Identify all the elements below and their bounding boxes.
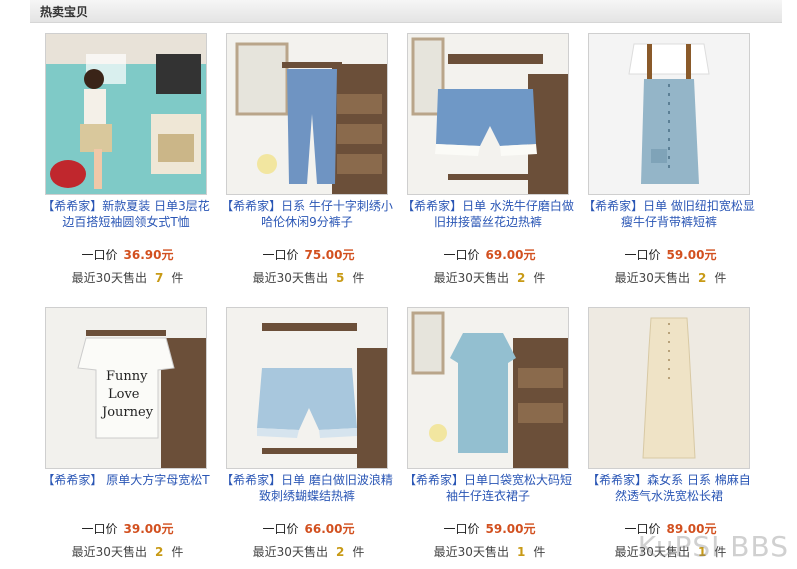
sold-prefix: 最近30天售出 xyxy=(252,271,328,285)
product-card: 【希希家】日单口袋宽松大码短袖牛仔连衣裙子 一口价 59.00元 最近30天售出 1… xyxy=(392,307,573,565)
sold-row: 最近30天售出 1 件 xyxy=(392,544,587,560)
price-row: 一口价 75.00元 xyxy=(211,247,406,263)
sold-row: 最近30天售出 2 件 xyxy=(392,270,587,286)
price-label: 一口价 xyxy=(262,248,299,262)
product-name[interactable]: 【希希家】新款夏装 日单3层花边百搭短袖圆领女式T恤 xyxy=(40,198,212,230)
price-label: 一口价 xyxy=(443,248,480,262)
svg-text:Funny: Funny xyxy=(106,369,148,384)
sold-prefix: 最近30天售出 xyxy=(71,271,147,285)
sold-count: 2 xyxy=(154,545,164,559)
sold-count: 5 xyxy=(335,271,345,285)
sold-prefix: 最近30天售出 xyxy=(252,545,328,559)
product-name[interactable]: 【希希家】日系 牛仔十字刺绣小哈伦休闲9分裤子 xyxy=(221,198,393,230)
price-value: 59.00元 xyxy=(666,248,717,262)
sold-count: 1 xyxy=(516,545,526,559)
sold-suffix: 件 xyxy=(533,545,546,559)
price-label: 一口价 xyxy=(262,522,299,536)
sold-row: 最近30天售出 2 件 xyxy=(30,544,225,560)
price-label: 一口价 xyxy=(81,522,118,536)
sold-count: 2 xyxy=(516,271,526,285)
sold-count: 7 xyxy=(154,271,164,285)
product-image[interactable] xyxy=(226,307,388,469)
price-row: 一口价 39.00元 xyxy=(30,521,225,537)
price-row: 一口价 59.00元 xyxy=(392,521,587,537)
product-card: 【希希家】日系 牛仔十字刺绣小哈伦休闲9分裤子 一口价 75.00元 最近30天售… xyxy=(211,33,393,291)
sold-count: 2 xyxy=(335,545,345,559)
price-row: 一口价 69.00元 xyxy=(392,247,587,263)
product-image[interactable] xyxy=(226,33,388,195)
sold-row: 最近30天售出 2 件 xyxy=(211,544,406,560)
sold-prefix: 最近30天售出 xyxy=(433,545,509,559)
product-card: 【希希家】森女系 日系 棉麻自然透气水洗宽松长裙 一口价 89.00元 最近30天… xyxy=(573,307,754,565)
product-name[interactable]: 【希希家】日单 水洗牛仔磨白做旧拼接蕾丝花边热裤 xyxy=(402,198,574,230)
sold-prefix: 最近30天售出 xyxy=(71,545,147,559)
price-label: 一口价 xyxy=(443,522,480,536)
price-label: 一口价 xyxy=(81,248,118,262)
sold-prefix: 最近30天售出 xyxy=(614,271,690,285)
price-value: 59.00元 xyxy=(485,522,536,536)
product-name[interactable]: 【希希家】森女系 日系 棉麻自然透气水洗宽松长裙 xyxy=(583,472,755,504)
product-name[interactable]: 【希希家】日单 磨白做旧波浪精致刺绣蝴蝶结热裤 xyxy=(221,472,393,504)
sold-suffix: 件 xyxy=(171,545,184,559)
product-image[interactable]: Funny Love Journey xyxy=(45,307,207,469)
sold-suffix: 件 xyxy=(533,271,546,285)
sold-row: 最近30天售出 2 件 xyxy=(573,270,768,286)
product-card: 【希希家】新款夏装 日单3层花边百搭短袖圆领女式T恤 一口价 36.90元 最近3… xyxy=(30,33,211,291)
product-grid: 【希希家】新款夏装 日单3层花边百搭短袖圆领女式T恤 一口价 36.90元 最近3… xyxy=(30,33,782,565)
product-image[interactable] xyxy=(588,33,750,195)
sold-suffix: 件 xyxy=(171,271,184,285)
product-image[interactable] xyxy=(407,307,569,469)
product-card: 【希希家】日单 水洗牛仔磨白做旧拼接蕾丝花边热裤 一口价 69.00元 最近30天… xyxy=(392,33,574,291)
product-card: 【希希家】日单 磨白做旧波浪精致刺绣蝴蝶结热裤 一口价 66.00元 最近30天售… xyxy=(211,307,393,565)
sold-suffix: 件 xyxy=(352,271,365,285)
product-name[interactable]: 【希希家】日单 做旧纽扣宽松显瘦牛仔背带裤短裤 xyxy=(583,198,755,230)
sold-suffix: 件 xyxy=(714,271,727,285)
price-row: 一口价 66.00元 xyxy=(211,521,406,537)
sold-suffix: 件 xyxy=(352,545,365,559)
price-value: 75.00元 xyxy=(304,248,355,262)
watermark: KuPSI BBS xyxy=(637,530,789,563)
svg-text:Love: Love xyxy=(108,387,140,402)
product-image[interactable] xyxy=(45,33,207,195)
price-row: 一口价 59.00元 xyxy=(573,247,768,263)
product-image[interactable] xyxy=(407,33,569,195)
price-value: 69.00元 xyxy=(485,248,536,262)
product-name[interactable]: 【希希家】 原单大方字母宽松T xyxy=(40,472,212,488)
product-name[interactable]: 【希希家】日单口袋宽松大码短袖牛仔连衣裙子 xyxy=(402,472,574,504)
sold-row: 最近30天售出 5 件 xyxy=(211,270,406,286)
sold-prefix: 最近30天售出 xyxy=(433,271,509,285)
price-value: 66.00元 xyxy=(304,522,355,536)
svg-text:Journey: Journey xyxy=(100,405,154,420)
sold-row: 最近30天售出 7 件 xyxy=(30,270,225,286)
price-value: 36.90元 xyxy=(123,248,174,262)
product-card: Funny Love Journey 【希希家】 原单大方字母宽松T 一口价 39… xyxy=(30,307,211,565)
product-card: 【希希家】日单 做旧纽扣宽松显瘦牛仔背带裤短裤 一口价 59.00元 最近30天售… xyxy=(573,33,755,291)
price-value: 39.00元 xyxy=(123,522,174,536)
section-header: 热卖宝贝 xyxy=(30,0,782,23)
price-row: 一口价 36.90元 xyxy=(30,247,225,263)
section-title: 热卖宝贝 xyxy=(40,5,89,19)
product-image[interactable] xyxy=(588,307,750,469)
sold-count: 2 xyxy=(697,271,707,285)
price-label: 一口价 xyxy=(624,248,661,262)
